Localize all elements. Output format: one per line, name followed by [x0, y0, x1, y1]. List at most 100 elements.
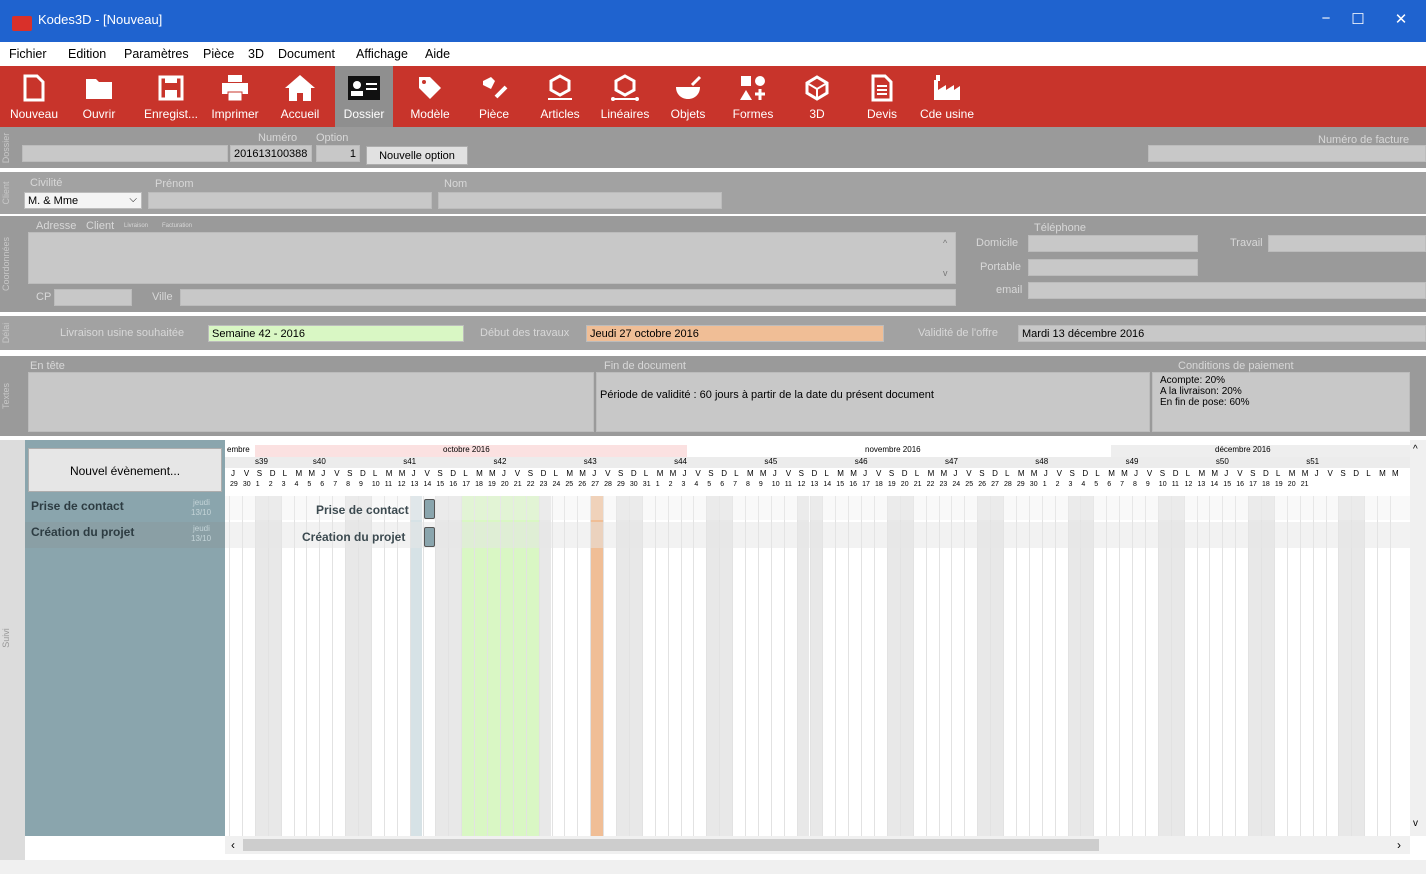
scroll-right-arrow-icon[interactable]: › [1397, 838, 1401, 852]
adresse-label: Adresse [36, 220, 77, 232]
toolbar-accueil[interactable]: Accueil [272, 66, 328, 127]
week-label: s39 [255, 457, 268, 466]
day-letter: D [811, 469, 818, 478]
day-letter: L [1275, 469, 1281, 478]
dossier-field-left[interactable] [22, 145, 228, 162]
email-field[interactable] [1028, 282, 1426, 299]
client-tab[interactable]: Client [86, 220, 114, 232]
day-letter: M [656, 469, 664, 478]
livraison-usine-field[interactable]: Semaine 42 - 2016 [208, 325, 464, 342]
scrollbar-thumb[interactable] [243, 839, 1099, 851]
numero-field[interactable]: 201613100388 [230, 145, 312, 162]
invoice-number-field[interactable] [1148, 145, 1426, 162]
day-number: 19 [488, 481, 496, 488]
menu-affichage[interactable]: Affichage [356, 47, 408, 61]
livraison-tab[interactable]: Livraison [124, 223, 148, 229]
menu-parametres[interactable]: Paramètres [124, 47, 189, 61]
toolbar-piece[interactable]: Pièce [469, 66, 519, 127]
day-number: 24 [952, 481, 961, 488]
gantt-event-marker[interactable] [424, 499, 435, 519]
toolbar-devis[interactable]: Devis [857, 66, 907, 127]
day-number: 17 [862, 481, 870, 488]
toolbar-formes[interactable]: Formes [725, 66, 781, 127]
new-option-button[interactable]: Nouvelle option [366, 146, 468, 165]
conditions-paiement-label: Conditions de paiement [1178, 360, 1294, 372]
scroll-up-arrow-icon[interactable]: ^ [1413, 444, 1418, 455]
day-number: 6 [320, 481, 325, 488]
day-letter: V [1237, 469, 1243, 478]
validite-offre-field[interactable]: Mardi 13 décembre 2016 [1018, 325, 1426, 342]
day-number: 19 [1274, 481, 1283, 488]
toolbar-3d[interactable]: 3D [795, 66, 839, 127]
gantt-event-marker[interactable] [424, 527, 435, 547]
entete-textarea[interactable] [28, 372, 594, 432]
day-number: 4 [1081, 481, 1086, 488]
day-letter: J [1134, 469, 1138, 478]
day-number: 9 [758, 481, 763, 488]
day-number: 16 [449, 481, 458, 488]
prenom-field[interactable] [148, 192, 432, 209]
toolbar-ouvrir[interactable]: Ouvrir [68, 66, 130, 127]
day-number: 14 [423, 481, 432, 488]
tag-icon [401, 73, 459, 103]
menu-edition[interactable]: Edition [68, 47, 106, 61]
day-number: 7 [333, 481, 338, 488]
day-letter: J [772, 469, 777, 478]
event-day: jeudi [193, 498, 210, 507]
toolbar-cde-usine[interactable]: Cde usine [915, 66, 979, 127]
week-label: s43 [583, 457, 597, 466]
scroll-down-arrow-icon[interactable]: v [1413, 818, 1418, 829]
event-row[interactable]: Prise de contact jeudi 13/10 [25, 496, 225, 520]
menu-fichier[interactable]: Fichier [9, 47, 47, 61]
civilite-select[interactable]: M. & Mme ⌵ [24, 192, 142, 209]
toolbar-modele[interactable]: Modèle [401, 66, 459, 127]
day-number: 10 [1158, 481, 1167, 488]
horizontal-scrollbar[interactable]: ‹ › [225, 836, 1410, 854]
new-file-icon [0, 73, 68, 103]
ville-field[interactable] [180, 289, 956, 306]
toolbar-dossier[interactable]: Dossier [335, 66, 393, 127]
toolbar-lineaires[interactable]: Linéaires [595, 66, 655, 127]
fin-document-textarea[interactable]: Période de validité : 60 jours à partir … [596, 372, 1150, 432]
maximize-button[interactable]: ☐ [1343, 10, 1373, 28]
option-field[interactable]: 1 [316, 145, 360, 162]
nom-field[interactable] [438, 192, 722, 209]
day-letter: V [876, 469, 882, 478]
gantt-grid[interactable]: embre octobre 2016 novembre 2016 décembr… [225, 440, 1410, 836]
toolbar-imprimer[interactable]: Imprimer [204, 66, 266, 127]
scroll-up-icon[interactable]: ^ [943, 238, 947, 248]
cp-field[interactable] [54, 289, 132, 306]
toolbar-enregistrer[interactable]: Enregist... [138, 66, 204, 127]
portable-field[interactable] [1028, 259, 1198, 276]
day-letter: L [1095, 469, 1100, 478]
toolbar-articles[interactable]: Articles [532, 66, 588, 127]
new-event-button[interactable]: Nouvel évènement... [28, 448, 222, 492]
day-number: 5 [1094, 481, 1099, 488]
day-letter: J [1314, 469, 1319, 478]
day-number: 1 [255, 481, 260, 488]
event-row[interactable]: Création du projet jeudi 13/10 [25, 522, 225, 548]
day-letter: M [579, 469, 586, 478]
toolbar-objets[interactable]: Objets [662, 66, 714, 127]
vertical-scrollbar[interactable]: ^ v [1410, 440, 1426, 836]
scroll-down-icon[interactable]: v [943, 268, 948, 278]
day-letter: M [1392, 469, 1399, 478]
menu-aide[interactable]: Aide [425, 47, 450, 61]
adresse-textarea[interactable] [28, 232, 956, 284]
menu-piece[interactable]: Pièce [203, 47, 234, 61]
scroll-left-arrow-icon[interactable]: ‹ [231, 838, 235, 852]
travail-field[interactable] [1268, 235, 1426, 252]
debut-travaux-field[interactable]: Jeudi 27 octobre 2016 [586, 325, 884, 342]
toolbar-nouveau[interactable]: Nouveau [0, 66, 68, 127]
minimize-button[interactable]: − [1311, 10, 1341, 27]
day-number: 21 [513, 481, 522, 488]
event-date: 13/10 [191, 534, 212, 543]
day-number: 16 [1236, 481, 1244, 488]
domicile-field[interactable] [1028, 235, 1198, 252]
menu-document[interactable]: Document [278, 47, 335, 61]
facturation-tab[interactable]: Facturation [162, 223, 192, 229]
nom-label: Nom [444, 178, 468, 190]
menu-3d[interactable]: 3D [248, 47, 264, 61]
conditions-paiement-textarea[interactable]: Acompte: 20% A la livraison: 20% En fin … [1152, 372, 1410, 432]
close-button[interactable]: ✕ [1386, 10, 1416, 28]
